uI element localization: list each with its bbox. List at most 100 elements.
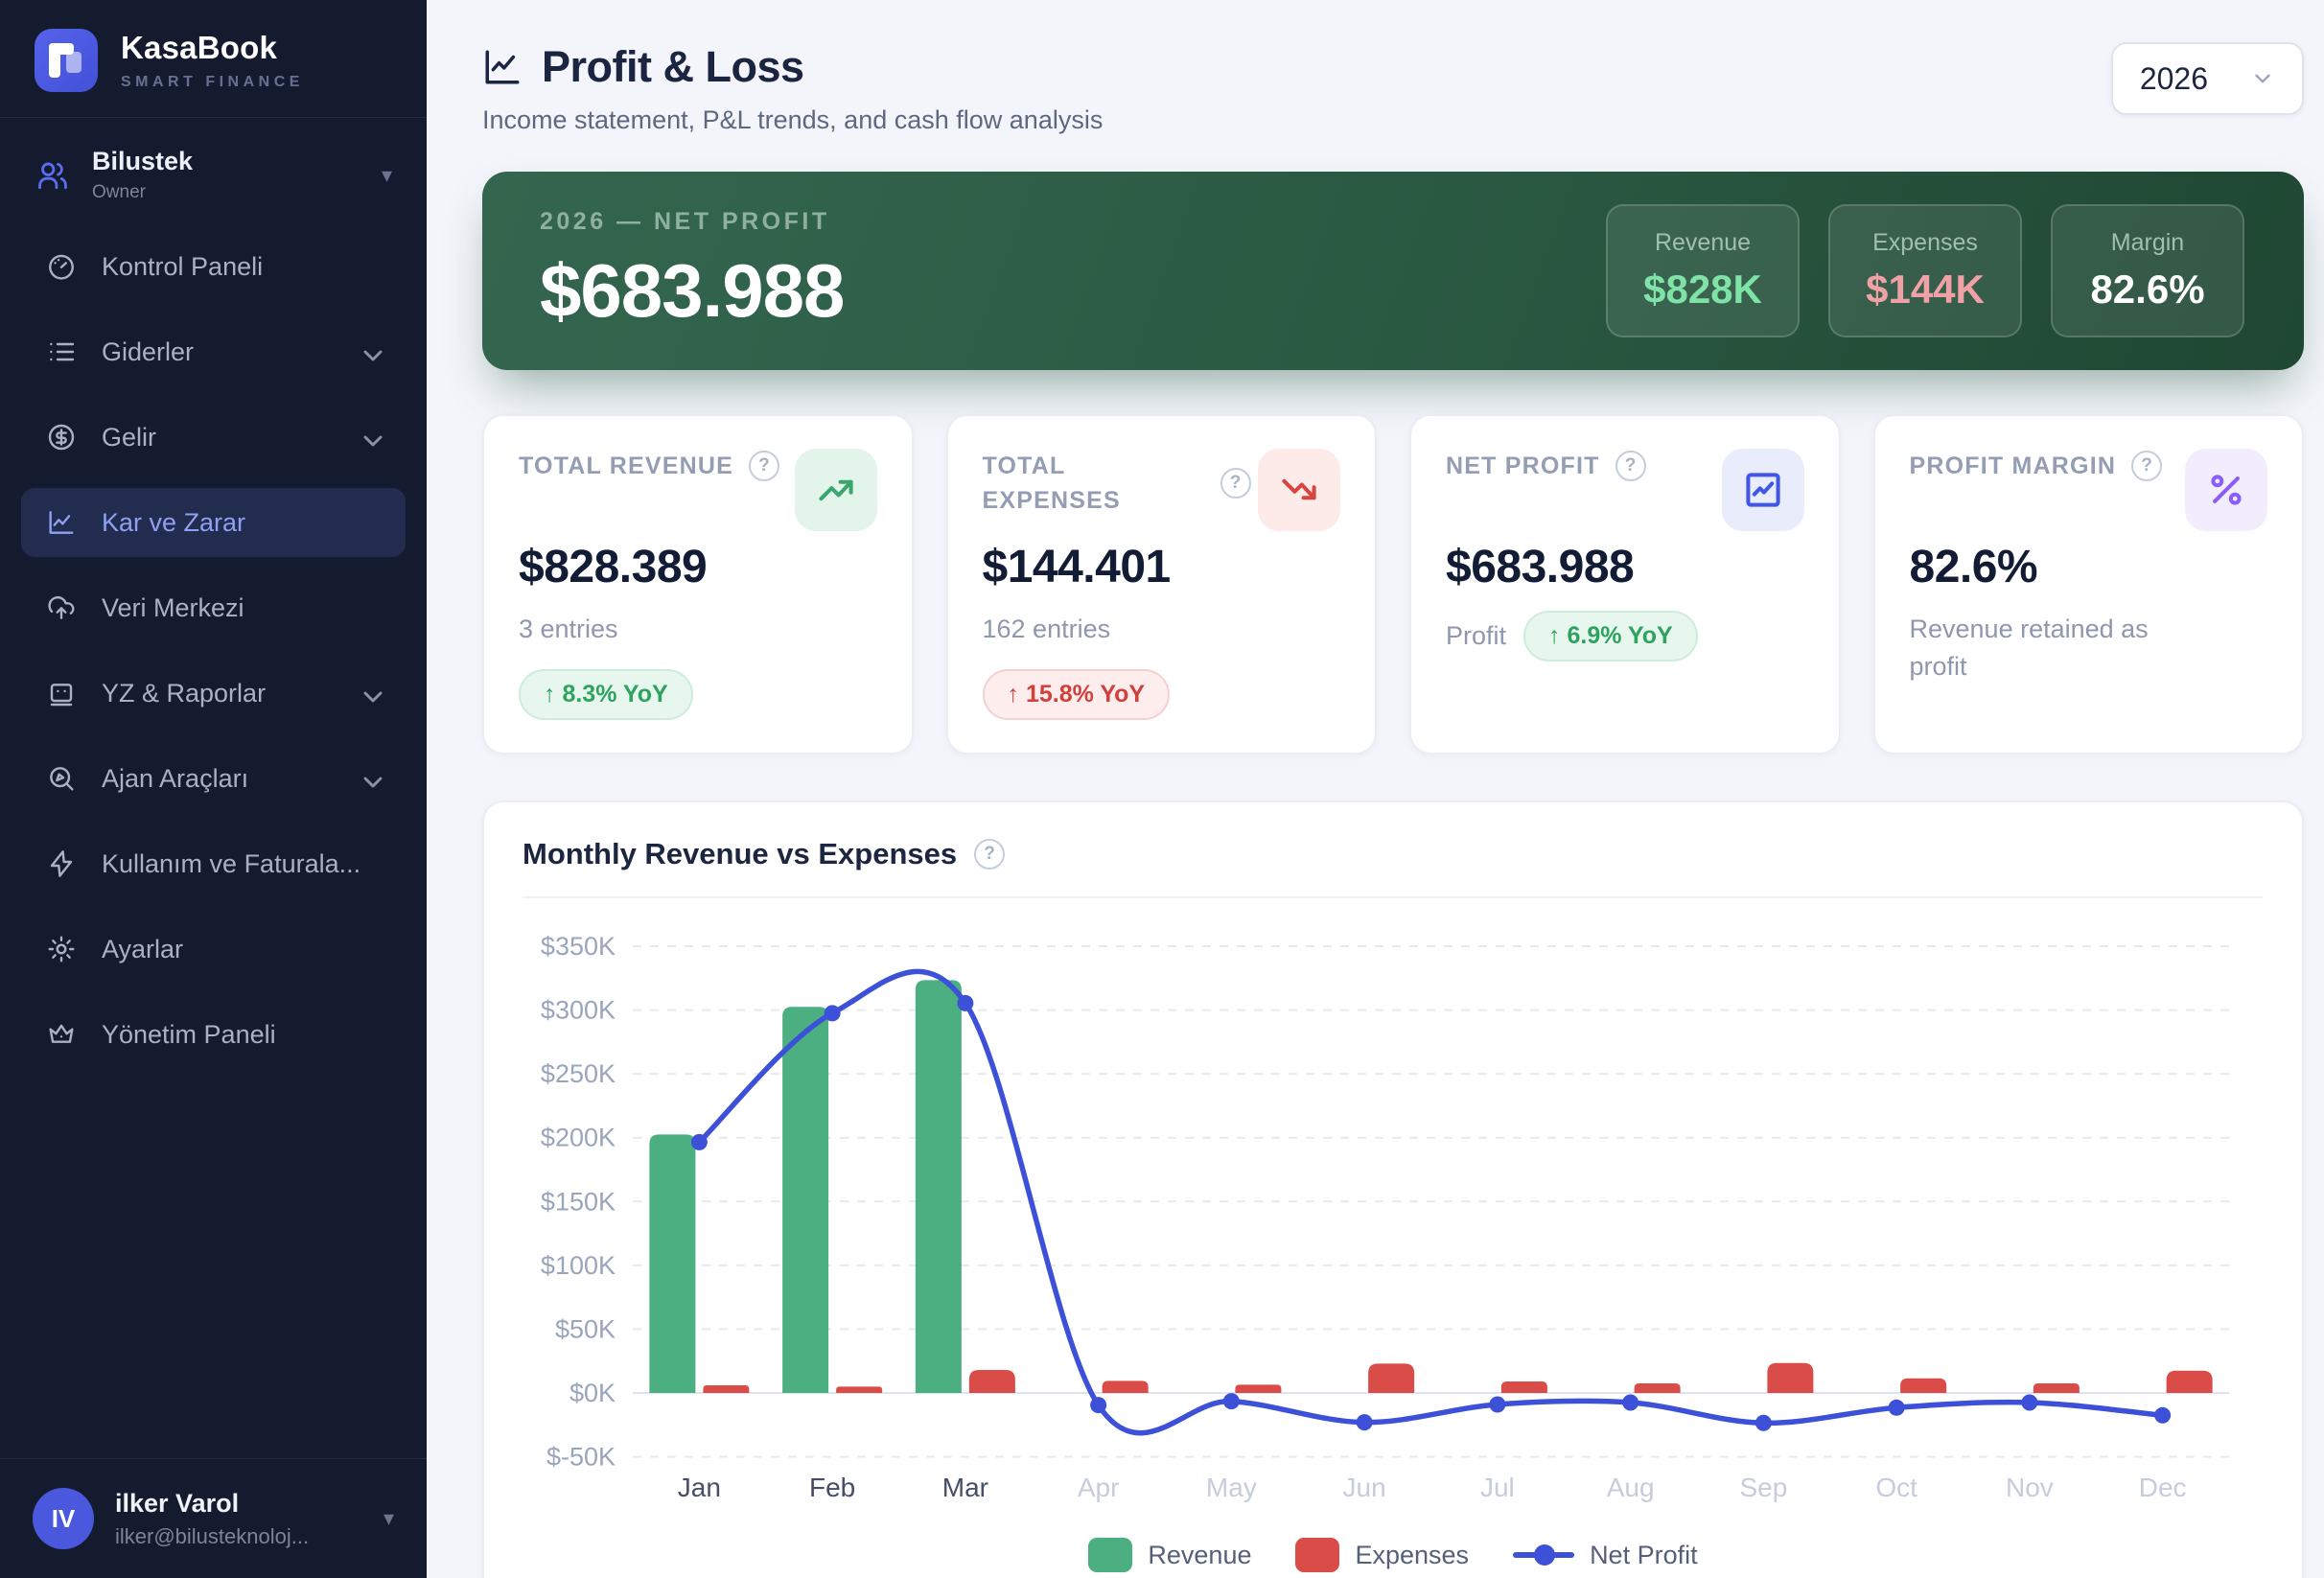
year-select[interactable]: 2026 (2111, 42, 2304, 115)
list-icon (46, 336, 77, 367)
help-icon[interactable]: ? (2131, 451, 2162, 481)
stat-label: TOTAL REVENUE (519, 449, 733, 483)
mini-card-value: $828K (1617, 267, 1788, 313)
stat-value: $828.389 (519, 541, 877, 593)
stat-sub: Profit (1446, 617, 1506, 655)
stat-label: NET PROFIT (1446, 449, 1600, 483)
sidebar-item-label: Ayarlar (102, 935, 381, 964)
chart-square-icon (1742, 469, 1784, 511)
monthly-chart-card: Monthly Revenue vs Expenses ? $350K$300K… (482, 801, 2304, 1578)
sidebar-item-yz-raporlar[interactable]: YZ & Raporlar (21, 659, 406, 728)
svg-text:$150K: $150K (541, 1187, 616, 1216)
page-subtitle: Income statement, P&L trends, and cash f… (482, 105, 1103, 135)
stat-sub: 162 entries (983, 611, 1251, 648)
yoy-pill: ↑ 8.3% YoY (519, 669, 693, 720)
sidebar-item-y-netim-paneli[interactable]: Yönetim Paneli (21, 1000, 406, 1069)
mini-card-label: Margin (2062, 229, 2233, 257)
svg-text:Dec: Dec (2139, 1473, 2187, 1502)
legend-line-swatch (1513, 1538, 1574, 1572)
sidebar-item-kar-ve-zarar[interactable]: Kar ve Zarar (21, 488, 406, 557)
chevron-down-icon (358, 767, 388, 798)
monthly-revenue-expenses-chart: $350K$300K$250K$200K$150K$100K$50K$0K$-5… (523, 898, 2264, 1527)
stat-card-profit-margin: PROFIT MARGIN?82.6%Revenue retained as p… (1873, 414, 2305, 754)
chart-line-icon (46, 507, 77, 538)
svg-text:Jan: Jan (678, 1473, 721, 1502)
sidebar-item-veri-merkezi[interactable]: Veri Merkezi (21, 573, 406, 642)
sidebar-item-ajan-ara-lar[interactable]: Ajan Araçları (21, 744, 406, 813)
legend-swatch (1088, 1538, 1132, 1572)
chart-square-icon (1722, 449, 1804, 531)
main-content: Profit & Loss Income statement, P&L tren… (427, 0, 2324, 1578)
banner-mini-card-expenses: Expenses$144K (1828, 204, 2022, 337)
user-email: ilker@bilusteknoloj... (115, 1524, 309, 1549)
sidebar-item-label: Veri Merkezi (102, 593, 381, 623)
gear-icon (46, 934, 77, 964)
legend-item-expenses: Expenses (1295, 1538, 1469, 1572)
sidebar-item-label: Giderler (102, 337, 333, 367)
sidebar-item-label: Gelir (102, 423, 333, 453)
banner-mini-card-revenue: Revenue$828K (1606, 204, 1800, 337)
trend-up-icon (815, 469, 857, 511)
yoy-pill: ↑ 15.8% YoY (983, 669, 1171, 720)
banner-mini-cards: Revenue$828KExpenses$144KMargin82.6% (1606, 204, 2244, 337)
yoy-pill: ↑ 6.9% YoY (1523, 611, 1698, 661)
trend-up-icon (795, 449, 877, 531)
svg-text:$-50K: $-50K (546, 1443, 616, 1472)
svg-text:$200K: $200K (541, 1124, 616, 1152)
sidebar-nav: Kontrol Paneli Giderler Gelir Kar ve Zarar V… (0, 226, 427, 1458)
help-icon[interactable]: ? (1615, 451, 1646, 481)
stat-value: 82.6% (1910, 541, 2268, 593)
sidebar-item-label: YZ & Raporlar (102, 679, 333, 708)
legend-label: Net Profit (1590, 1541, 1698, 1570)
chart-title: Monthly Revenue vs Expenses (523, 837, 957, 871)
sidebar-item-giderler[interactable]: Giderler (21, 317, 406, 386)
trend-down-icon (1258, 449, 1340, 531)
svg-text:May: May (1206, 1473, 1257, 1502)
help-icon[interactable]: ? (974, 839, 1005, 870)
percent-icon (2205, 469, 2247, 511)
svg-text:$350K: $350K (541, 932, 616, 961)
org-role: Owner (92, 182, 360, 203)
stat-card-total-revenue: TOTAL REVENUE?$828.3893 entries↑ 8.3% Yo… (482, 414, 914, 754)
svg-text:Jul: Jul (1480, 1473, 1515, 1502)
svg-text:Jun: Jun (1343, 1473, 1386, 1502)
percent-icon (2185, 449, 2267, 531)
stat-value: $144.401 (983, 541, 1341, 593)
sidebar-item-ayarlar[interactable]: Ayarlar (21, 915, 406, 984)
chevron-down-icon (358, 426, 388, 456)
svg-text:$250K: $250K (541, 1059, 616, 1088)
sidebar-item-label: Kar ve Zarar (102, 508, 381, 538)
chevron-down-icon (358, 340, 388, 371)
sidebar-item-label: Yönetim Paneli (102, 1020, 381, 1050)
user-menu[interactable]: IV ilker Varol ilker@bilusteknoloj... ▾ (0, 1458, 427, 1578)
stat-label: TOTAL EXPENSES (983, 449, 1205, 519)
svg-text:Sep: Sep (1739, 1473, 1787, 1502)
legend-label: Expenses (1355, 1541, 1469, 1570)
caret-down-icon: ▾ (383, 1506, 394, 1531)
zap-icon (46, 848, 77, 879)
help-icon[interactable]: ? (749, 451, 779, 481)
trend-down-icon (1278, 469, 1320, 511)
chevron-down-icon (358, 682, 388, 712)
brand: KasaBook SMART FINANCE (0, 0, 427, 118)
svg-text:Nov: Nov (2006, 1473, 2054, 1502)
net-profit-banner: 2026 — NET PROFIT $683.988 Revenue$828KE… (482, 172, 2304, 370)
legend-item-net-profit: Net Profit (1513, 1538, 1698, 1572)
sidebar-item-kullan-m-ve-faturala[interactable]: Kullanım ve Faturala... (21, 829, 406, 898)
year-select-value: 2026 (2140, 61, 2208, 97)
chart-line-icon (482, 47, 523, 87)
brand-tagline: SMART FINANCE (121, 74, 304, 91)
organization-switcher[interactable]: Bilustek Owner ▾ (0, 118, 427, 226)
svg-text:$0K: $0K (569, 1379, 616, 1407)
svg-text:Oct: Oct (1875, 1473, 1917, 1502)
sidebar-item-gelir[interactable]: Gelir (21, 403, 406, 472)
legend-item-revenue: Revenue (1088, 1538, 1251, 1572)
svg-text:Mar: Mar (942, 1473, 988, 1502)
help-icon[interactable]: ? (1220, 468, 1251, 499)
svg-text:Apr: Apr (1078, 1473, 1120, 1502)
brand-name: KasaBook (121, 30, 304, 66)
page-title: Profit & Loss (542, 42, 804, 92)
sidebar-item-kontrol-paneli[interactable]: Kontrol Paneli (21, 232, 406, 301)
bot-icon (46, 678, 77, 708)
svg-text:$50K: $50K (555, 1315, 616, 1344)
